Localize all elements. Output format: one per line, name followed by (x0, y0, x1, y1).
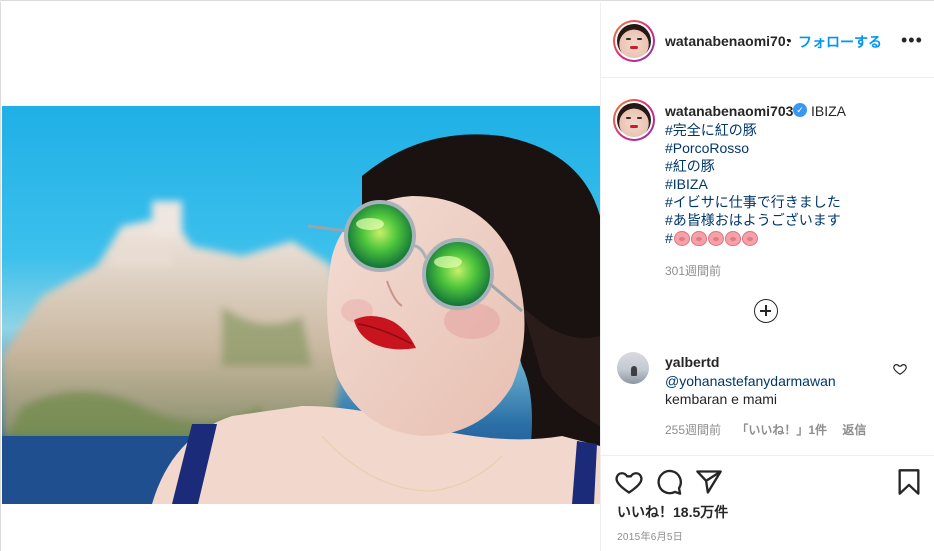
comment-bubble-icon[interactable] (655, 468, 683, 496)
comment-username[interactable]: yalbertd (665, 354, 719, 370)
hashtag-link[interactable]: #PorcoRosso (665, 139, 925, 157)
hashtag-link[interactable]: #紅の豚 (665, 157, 925, 175)
instagram-post-frame: watanabenaomi70: • フォローする ••• watanabena… (0, 0, 934, 551)
post-header: watanabenaomi70: • フォローする ••• (601, 2, 934, 78)
header-separator: • (787, 33, 792, 48)
post-actions: いいね！18.5万件 2015年6月5日 (601, 455, 934, 551)
photo-illustration (2, 134, 600, 504)
author-avatar[interactable] (613, 20, 655, 62)
hashtag-link[interactable]: #完全に紅の豚 (665, 121, 925, 139)
share-plane-icon[interactable] (695, 468, 723, 496)
post-side-panel: watanabenaomi70: • フォローする ••• watanabena… (600, 2, 934, 551)
caption-section: watanabenaomi703 ✓ IBIZA #完全に紅の豚 #PorcoR… (601, 79, 934, 455)
save-bookmark-icon[interactable] (895, 468, 923, 496)
like-heart-icon[interactable] (615, 468, 643, 496)
likes-count[interactable]: いいね！18.5万件 (617, 502, 728, 522)
hashtag-link[interactable]: #IBIZA (665, 175, 925, 193)
hash-symbol: # (665, 230, 673, 246)
verified-badge-icon: ✓ (793, 103, 807, 117)
emoji-hashtag[interactable]: # (665, 229, 925, 247)
more-options-icon[interactable]: ••• (901, 30, 923, 51)
pig-face-icon (673, 230, 690, 246)
caption-location: IBIZA (811, 103, 847, 119)
pig-face-icon (707, 230, 724, 246)
caption-timestamp[interactable]: 301週間前 (665, 262, 721, 279)
load-more-comments-icon[interactable] (754, 299, 778, 323)
follow-button[interactable]: フォローする (798, 32, 882, 52)
comment-mention[interactable]: @yohanastefanydarmawan (665, 373, 836, 389)
post-media (0, 2, 600, 551)
post-date[interactable]: 2015年6月5日 (617, 528, 683, 543)
caption-avatar[interactable] (613, 99, 655, 141)
hashtag-link[interactable]: #イビサに仕事で行きました (665, 193, 925, 211)
post-photo[interactable] (2, 106, 600, 504)
comment-text: kembaran e mami (665, 391, 778, 407)
pig-nose-icon (724, 230, 741, 246)
comment-reply-button[interactable]: 返信 (842, 423, 866, 437)
pig-face-icon (741, 230, 758, 246)
caption-text: #完全に紅の豚 #PorcoRosso #紅の豚 #IBIZA #イビサに仕事で… (665, 121, 925, 247)
comment-timestamp[interactable]: 255週間前 (665, 423, 721, 437)
caption-username[interactable]: watanabenaomi703 (665, 103, 793, 119)
hashtag-link[interactable]: #あ皆様おはようございます (665, 211, 925, 229)
comment-meta: 255週間前 「いいね！」1件 返信 (665, 421, 878, 438)
comment-likes-count[interactable]: 「いいね！」1件 (736, 423, 827, 437)
comment-like-heart-icon[interactable] (893, 362, 907, 376)
commenter-avatar[interactable] (617, 352, 649, 384)
author-username[interactable]: watanabenaomi70: (665, 33, 790, 49)
pig-nose-icon (690, 230, 707, 246)
